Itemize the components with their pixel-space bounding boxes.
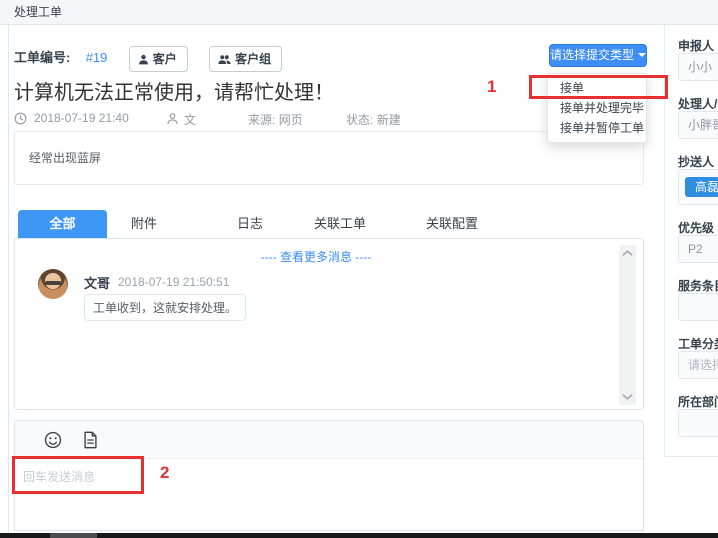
field-service-item: 服务条目 — [678, 280, 718, 321]
tab-related-config[interactable]: 关联配置 — [407, 210, 497, 238]
page-header: 处理工单 — [0, 0, 718, 25]
field-priority: 优先级 P2 — [678, 222, 718, 263]
menu-item-accept[interactable]: 接单 — [548, 78, 646, 98]
scroll-down-icon[interactable] — [622, 393, 633, 401]
annotation-number-step2: 2 — [160, 463, 169, 483]
source-value: 网页 — [279, 113, 303, 127]
field-department-label: 所在部门 — [678, 396, 718, 409]
submit-type-menu: 接单 接单并处理完毕 接单并暂停工单 — [547, 73, 647, 143]
menu-item-accept-and-finish[interactable]: 接单并处理完毕 — [548, 98, 646, 118]
submit-type-dropdown-label: 请选择提交类型 — [550, 48, 634, 62]
left-divider — [8, 25, 9, 533]
field-department-input[interactable] — [678, 409, 718, 437]
tab-all[interactable]: 全部 — [18, 210, 107, 238]
load-more-link[interactable]: ---- 查看更多消息 ---- — [15, 248, 617, 265]
field-priority-input[interactable]: P2 — [678, 235, 718, 263]
field-handler-input[interactable]: 小胖哥 — [678, 111, 718, 139]
status-label: 状态: — [346, 113, 373, 127]
field-cc-label: 抄送人 — [678, 156, 718, 169]
field-cc-input[interactable]: 高磊 — [678, 169, 718, 205]
field-ticket-category: 工单分类 请选择 — [678, 338, 718, 379]
message-time: 2018-07-19 21:50:51 — [118, 275, 229, 289]
reporter-icon — [166, 112, 179, 125]
glasses-decoration — [45, 281, 61, 285]
message-bubble: 工单收到，这就安排处理。 — [84, 294, 246, 321]
tab-related-tickets[interactable]: 关联工单 — [295, 210, 385, 238]
status-value: 新建 — [377, 113, 401, 127]
field-service-item-input[interactable] — [678, 293, 718, 321]
created-at: 2018-07-19 21:40 — [34, 111, 129, 125]
field-cc: 抄送人 高磊 — [678, 156, 718, 205]
caret-down-icon — [638, 53, 646, 57]
page-title: 处理工单 — [14, 5, 62, 19]
message-scrollbar[interactable] — [619, 245, 636, 405]
customer-button-label: 客户 — [153, 52, 177, 66]
reply-composer — [14, 420, 644, 531]
cc-tag[interactable]: 高磊 — [685, 177, 718, 197]
source-label: 来源: — [248, 113, 275, 127]
emoji-icon[interactable] — [44, 431, 62, 449]
field-handler: 处理人/组 小胖哥 — [678, 98, 718, 139]
tab-attachments[interactable]: 附件 — [108, 210, 180, 238]
ticket-title: 计算机无法正常使用，请帮忙处理！ — [14, 76, 334, 105]
composer-toolbar — [15, 421, 643, 459]
ticket-properties-sidebar: 申报人 小小 处理人/组 小胖哥 抄送人 高磊 优先级 P2 服务条目 工单分类… — [664, 25, 718, 457]
attach-file-icon[interactable] — [83, 431, 98, 449]
field-reporter-input[interactable]: 小小 — [678, 53, 718, 81]
field-priority-label: 优先级 — [678, 222, 718, 235]
ticket-detail-page: 处理工单 工单编号: #19 客户 客户组 请选择提交类型 接单 接单并处理完毕… — [0, 0, 718, 538]
scroll-up-icon[interactable] — [622, 249, 633, 257]
customer-group-button[interactable]: 客户组 — [209, 46, 282, 72]
ticket-number-label: 工单编号: — [14, 50, 70, 65]
bottom-edge-bar-segment — [50, 533, 97, 538]
reply-input[interactable] — [15, 460, 643, 530]
ticket-number[interactable]: #19 — [86, 50, 108, 65]
field-ticket-category-input[interactable]: 请选择 — [678, 351, 718, 379]
tab-logs[interactable]: 日志 — [214, 210, 286, 238]
menu-item-accept-and-pause[interactable]: 接单并暂停工单 — [548, 118, 646, 138]
status-field: 状态: 新建 — [346, 111, 401, 128]
field-handler-label: 处理人/组 — [678, 98, 718, 111]
field-ticket-category-label: 工单分类 — [678, 338, 718, 351]
person-icon — [138, 54, 149, 65]
field-service-item-label: 服务条目 — [678, 280, 718, 293]
field-reporter: 申报人 小小 — [678, 40, 718, 81]
annotation-number-step1: 1 — [487, 77, 496, 97]
ticket-number-row: 工单编号: #19 客户 客户组 — [14, 46, 282, 70]
customer-button[interactable]: 客户 — [129, 46, 188, 72]
people-group-icon — [218, 54, 231, 65]
message-panel: ---- 查看更多消息 ---- 文哥 2018-07-19 21:50:51 … — [14, 238, 644, 410]
message-author: 文哥 — [84, 273, 110, 292]
customer-group-button-label: 客户组 — [235, 52, 271, 66]
source-field: 来源: 网页 — [248, 111, 303, 128]
submit-type-dropdown-button[interactable]: 请选择提交类型 — [549, 44, 647, 67]
field-reporter-label: 申报人 — [678, 40, 718, 53]
avatar — [38, 269, 68, 299]
field-department: 所在部门 — [678, 396, 718, 437]
bottom-edge-bar — [0, 533, 718, 538]
clock-icon — [14, 112, 27, 125]
